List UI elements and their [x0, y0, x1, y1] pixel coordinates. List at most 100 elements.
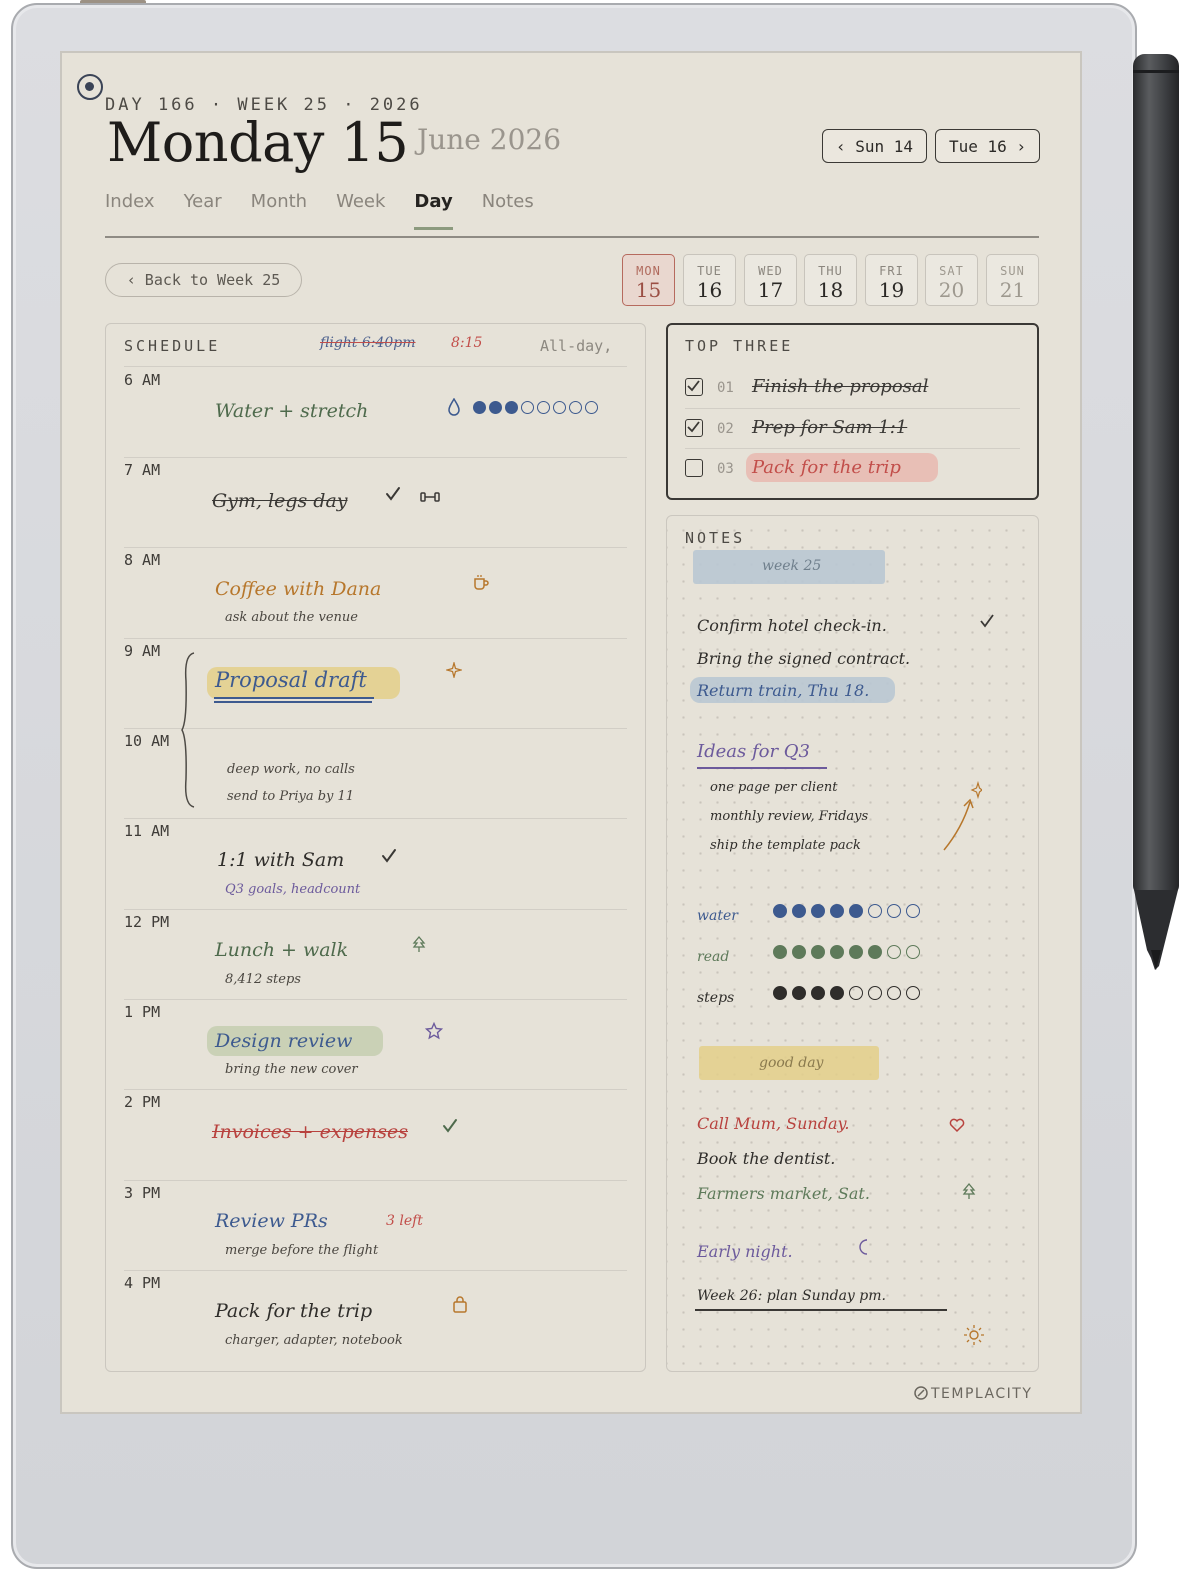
task-checkbox[interactable]: [685, 378, 703, 396]
tree-icon: [412, 935, 426, 952]
day-chip-name: TUE: [697, 264, 722, 278]
day-chip-tue[interactable]: TUE 16: [683, 254, 736, 306]
hour-rule: [124, 1089, 627, 1090]
tracker-dot-filled[interactable]: [849, 945, 863, 959]
day-chip-thu[interactable]: THU 18: [804, 254, 857, 306]
e-ink-screen: DAY 166 · WEEK 25 · 2026 Monday 15 June …: [60, 51, 1082, 1414]
all-day-label[interactable]: All-day,: [540, 337, 612, 355]
tracker-dot-empty[interactable]: [849, 986, 863, 1000]
note-line[interactable]: Book the dentist.: [697, 1149, 835, 1168]
tracker-dot-filled[interactable]: [489, 401, 502, 414]
previous-day-button[interactable]: ‹ Sun 14: [822, 129, 927, 163]
idea-item[interactable]: one page per client: [710, 780, 838, 795]
dumbbell-icon: [420, 492, 440, 502]
tracker-dot-filled[interactable]: [773, 904, 787, 918]
day-chip-name: FRI: [879, 264, 904, 278]
tracker-dot-filled[interactable]: [830, 904, 844, 918]
washi-tape-label: good day: [759, 1055, 824, 1071]
water-tracker-dots[interactable]: [473, 401, 598, 414]
idea-item[interactable]: monthly review, Fridays: [710, 809, 868, 824]
tracker-dot-empty[interactable]: [521, 401, 534, 414]
back-to-week-button[interactable]: ‹ Back to Week 25: [105, 263, 302, 297]
tracker-dot-empty[interactable]: [906, 904, 920, 918]
tracker-dot-filled[interactable]: [811, 986, 825, 1000]
tracker-dot-filled[interactable]: [773, 945, 787, 959]
tab-notes[interactable]: Notes: [482, 191, 534, 230]
tracker-dot-empty[interactable]: [887, 945, 901, 959]
entry-water[interactable]: Water + stretch: [215, 400, 368, 422]
day-chip-sat[interactable]: SAT 20: [925, 254, 978, 306]
tracker-dot-filled[interactable]: [868, 945, 882, 959]
tracker-dot-filled[interactable]: [811, 904, 825, 918]
tracker-dot-filled[interactable]: [773, 986, 787, 1000]
note-line[interactable]: Farmers market, Sat.: [697, 1184, 870, 1203]
hour-label: 3 PM: [124, 1184, 161, 1202]
task-text[interactable]: Finish the proposal: [752, 376, 928, 397]
tracker-dot-empty[interactable]: [887, 986, 901, 1000]
note-line[interactable]: Confirm hotel check-in.: [697, 616, 887, 635]
note-line[interactable]: Return train, Thu 18.: [697, 681, 869, 700]
note-line[interactable]: Week 26: plan Sunday pm.: [697, 1288, 886, 1304]
coffee-cup-icon: [474, 575, 489, 590]
underline-mark: [214, 697, 374, 699]
entry-lunch[interactable]: Lunch + walk: [215, 939, 348, 961]
day-chip-date: 18: [817, 278, 844, 302]
tracker-dot-filled[interactable]: [792, 945, 806, 959]
entry-pack[interactable]: Pack for the trip: [215, 1300, 372, 1322]
arrow-sparkle-icon: [943, 780, 982, 851]
tab-year[interactable]: Year: [184, 191, 222, 230]
hour-rule: [124, 818, 627, 819]
tracker-dot-empty[interactable]: [868, 986, 882, 1000]
tracker-dot-empty[interactable]: [537, 401, 550, 414]
tracker-dot-empty[interactable]: [553, 401, 566, 414]
day-chip-date: 19: [878, 278, 905, 302]
tracker-dot-filled[interactable]: [792, 986, 806, 1000]
day-chip-fri[interactable]: FRI 19: [865, 254, 918, 306]
tracker-dot-empty[interactable]: [887, 904, 901, 918]
entry-prs[interactable]: Review PRs: [215, 1210, 328, 1232]
entry-coffee[interactable]: Coffee with Dana: [215, 578, 381, 600]
moon-icon: [859, 1239, 868, 1255]
note-line[interactable]: Early night.: [697, 1242, 793, 1261]
task-checkbox[interactable]: [685, 459, 703, 477]
tracker-dot-filled[interactable]: [830, 986, 844, 1000]
tracker-dot-filled[interactable]: [473, 401, 486, 414]
task-text[interactable]: Prep for Sam 1:1: [752, 417, 907, 438]
day-chip-wed[interactable]: WED 17: [744, 254, 797, 306]
entry-invoices[interactable]: Invoices + expenses: [212, 1121, 408, 1143]
tracker-dots-water[interactable]: [773, 904, 920, 918]
tab-month[interactable]: Month: [251, 191, 307, 230]
note-line[interactable]: Call Mum, Sunday.: [697, 1114, 849, 1133]
task-number: 02: [717, 421, 734, 437]
task-checkbox[interactable]: [685, 419, 703, 437]
stylus-cap-line: [1133, 70, 1179, 73]
entry-design[interactable]: Design review: [215, 1030, 352, 1052]
hour-label: 2 PM: [124, 1093, 161, 1111]
tracker-dot-filled[interactable]: [830, 945, 844, 959]
tracker-dots-steps[interactable]: [773, 986, 920, 1000]
tracker-dot-empty[interactable]: [868, 904, 882, 918]
tracker-dot-empty[interactable]: [906, 986, 920, 1000]
tab-week[interactable]: Week: [336, 191, 385, 230]
tracker-dot-filled[interactable]: [811, 945, 825, 959]
tracker-dot-empty[interactable]: [585, 401, 598, 414]
next-day-button[interactable]: Tue 16 ›: [935, 129, 1040, 163]
tracker-dot-filled[interactable]: [849, 904, 863, 918]
entry-gym[interactable]: Gym, legs day: [212, 490, 348, 512]
day-chip-mon[interactable]: MON 15: [622, 254, 675, 306]
tracker-dot-filled[interactable]: [792, 904, 806, 918]
task-text[interactable]: Pack for the trip: [752, 457, 901, 478]
idea-item[interactable]: ship the template pack: [710, 838, 861, 853]
tracker-dot-empty[interactable]: [906, 945, 920, 959]
tracker-dots-read[interactable]: [773, 945, 920, 959]
note-line[interactable]: Bring the signed contract.: [697, 649, 910, 668]
tab-day[interactable]: Day: [414, 191, 453, 230]
tracker-dot-empty[interactable]: [569, 401, 582, 414]
entry-proposal[interactable]: Proposal draft: [215, 668, 367, 692]
day-chip-sun[interactable]: SUN 21: [986, 254, 1039, 306]
tab-index[interactable]: Index: [105, 191, 155, 230]
target-icon[interactable]: [77, 74, 103, 100]
entry-proposal-note: deep work, no calls: [227, 762, 355, 777]
entry-sam[interactable]: 1:1 with Sam: [217, 849, 344, 871]
tracker-dot-filled[interactable]: [505, 401, 518, 414]
